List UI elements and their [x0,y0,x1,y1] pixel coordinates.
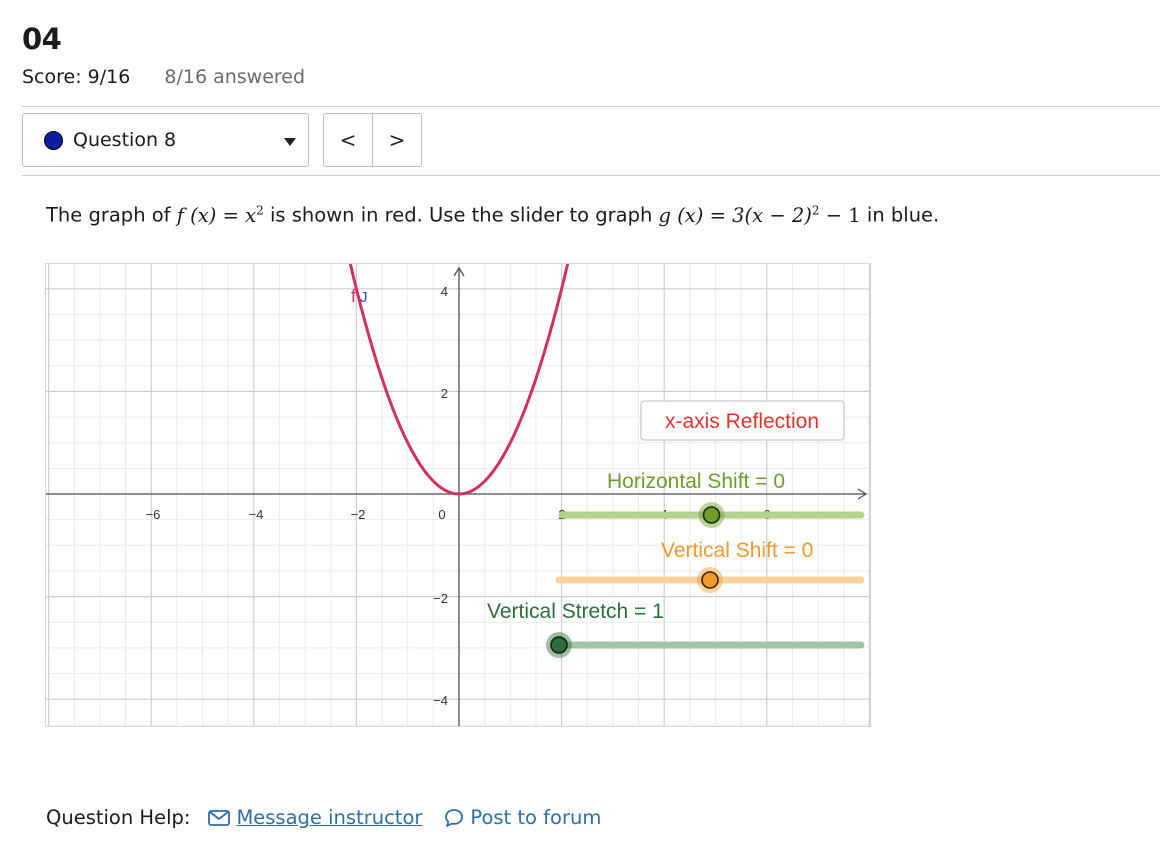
next-question-button[interactable]: > [372,114,421,166]
x-axis-reflection-button[interactable]: x-axis Reflection [640,400,845,441]
envelope-icon [208,809,231,826]
question-select-label: Question 8 [73,129,177,151]
g-expression: g (x) = 3(x − 2)2 − 1 [658,203,861,227]
vertical-stretch-label: Vertical Stretch = 1 [487,600,664,623]
horizontal-shift-handle[interactable] [702,506,721,524]
x-tick-label: −6 [146,507,161,522]
problem-text: The graph of [46,203,171,227]
f-expression: f (x) = x2 [176,203,264,227]
vertical-shift-handle[interactable] [701,571,719,589]
score-row: Score: 9/16 8/16 answered [22,66,305,88]
post-to-forum-link[interactable]: Post to forum [444,806,601,829]
y-tick-label: 4 [441,284,448,299]
message-instructor-link[interactable]: Message instructor [208,806,422,829]
y-tick-label: −4 [433,693,448,708]
question-status-icon [44,130,63,150]
x-tick-label: −2 [351,507,366,522]
caret-down-icon [284,138,296,146]
reflection-button-label: x-axis Reflection [665,410,819,433]
vertical-stretch-handle[interactable] [550,636,568,654]
score-text: Score: 9/16 [22,66,131,88]
x-tick-label: −4 [249,507,264,522]
question-nav: < > [323,113,422,167]
g-curve-label-fragment: J [360,289,368,306]
y-tick-label: −2 [433,591,448,606]
question-help-label: Question Help: [46,806,191,829]
x-tick-label: 0 [438,507,445,522]
y-tick-label: 2 [441,386,448,401]
assignment-title: 04 [22,22,62,56]
problem-statement: The graph of f (x) = x2 is shown in red.… [46,203,939,227]
horizontal-shift-label: Horizontal Shift = 0 [607,470,785,493]
divider [22,106,1160,107]
problem-text: in blue. [866,203,940,227]
answered-count: 8/16 answered [164,66,306,88]
previous-question-button[interactable]: < [324,114,372,166]
question-help: Question Help: Message instructor Post t… [46,806,601,829]
speech-bubble-icon [445,808,464,827]
graph-canvas[interactable]: −6 −4 −2 0 2 4 6 4 2 −2 −4 f J x-axis Re… [46,264,871,727]
graph-applet[interactable]: −6 −4 −2 0 2 4 6 4 2 −2 −4 f J x-axis Re… [45,263,871,727]
question-select[interactable]: Question 8 [22,113,309,167]
vertical-shift-label: Vertical Shift = 0 [661,539,813,562]
problem-text: is shown in red. Use the slider to graph [269,203,653,227]
divider [22,175,1160,176]
